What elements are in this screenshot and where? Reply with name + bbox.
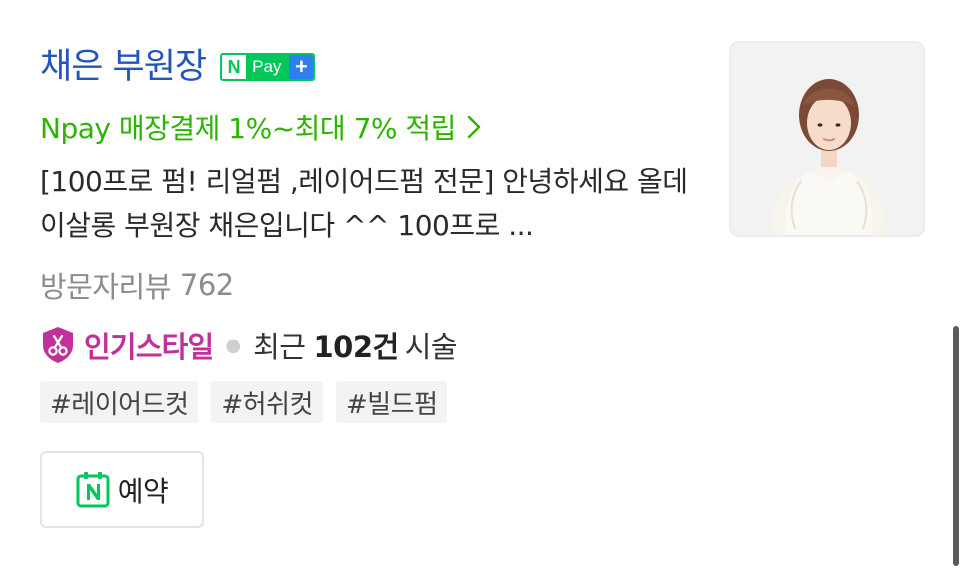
npay-promo-text: Npay 매장결제 1%~최대 7% 적립 bbox=[40, 112, 456, 145]
naver-calendar-icon bbox=[76, 471, 110, 508]
recent-unit: 시술 bbox=[404, 330, 458, 364]
chevron-right-icon bbox=[466, 114, 484, 140]
hashtag-list: #레이어드컷 #허쉬컷 #빌드펌 bbox=[40, 381, 448, 423]
reviews-label: 방문자리뷰 bbox=[40, 270, 171, 304]
hashtag-chip[interactable]: #빌드펌 bbox=[335, 381, 448, 423]
scrollbar[interactable] bbox=[953, 326, 959, 566]
npay-badge: N Pay + bbox=[220, 53, 316, 81]
place-title[interactable]: 채은 부원장 bbox=[40, 49, 207, 85]
recent-label: 최근 bbox=[253, 330, 306, 364]
place-listing-card: 채은 부원장 N Pay + Npay 매장결제 1%~최대 7% 적립 [10… bbox=[0, 0, 966, 574]
reserve-button[interactable]: 예약 bbox=[40, 451, 204, 528]
popular-style-label[interactable]: 인기스타일 bbox=[84, 324, 214, 366]
profile-photo[interactable] bbox=[729, 41, 925, 237]
title-row: 채은 부원장 N Pay + bbox=[40, 42, 316, 92]
separator-dot: ● bbox=[225, 334, 242, 356]
plus-icon: + bbox=[289, 55, 314, 79]
npay-pay-label: Pay bbox=[246, 55, 290, 79]
npay-promo-link[interactable]: Npay 매장결제 1%~최대 7% 적립 bbox=[40, 106, 484, 148]
scissors-shield-icon bbox=[40, 325, 76, 365]
place-description[interactable]: [100프로 펌! 리얼펌 ,레이어드펌 전문] 안녕하세요 올데이살롱 부원장… bbox=[40, 160, 690, 248]
naver-n-icon: N bbox=[222, 55, 247, 79]
recent-count: 102건 bbox=[313, 330, 400, 364]
popular-style-row: 인기스타일 ● 최근 102건 시술 bbox=[40, 323, 458, 367]
visitor-reviews[interactable]: 방문자리뷰 762 bbox=[40, 263, 234, 307]
hashtag-chip[interactable]: #허쉬컷 bbox=[211, 381, 323, 423]
reviews-count: 762 bbox=[179, 268, 234, 302]
reserve-label: 예약 bbox=[117, 474, 169, 508]
hashtag-chip[interactable]: #레이어드컷 bbox=[40, 381, 199, 423]
